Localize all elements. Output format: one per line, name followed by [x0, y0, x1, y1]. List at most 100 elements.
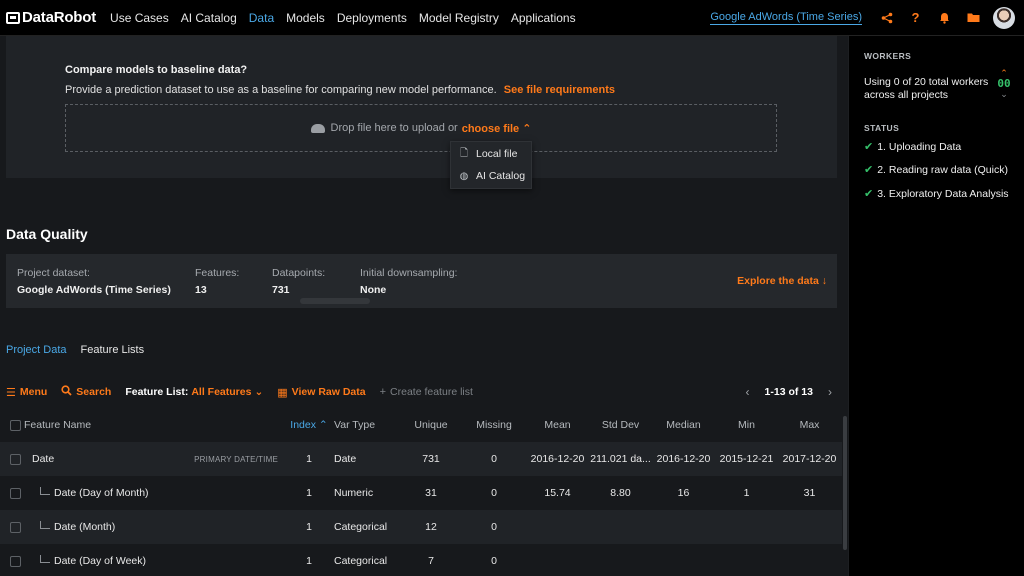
file-icon: 🗋 — [459, 147, 469, 159]
project-name-link[interactable]: Google AdWords (Time Series) — [710, 10, 862, 25]
drop-text: Drop file here to upload or — [330, 122, 458, 134]
datarobot-logo[interactable]: DataRobot — [6, 9, 96, 26]
max-cell: 31 — [803, 487, 816, 499]
dq-datapoints: Datapoints: 731 — [272, 267, 325, 296]
tab-project-data[interactable]: Project Data — [6, 344, 67, 356]
folder-icon[interactable] — [959, 0, 988, 36]
header-index[interactable]: Index ⌃ — [284, 419, 334, 431]
status-heading: STATUS — [864, 123, 900, 133]
feature-name-cell: Date (Day of Week) — [24, 555, 284, 567]
nav-ai-catalog[interactable]: AI Catalog — [175, 0, 243, 36]
dropdown-local-file-label: Local file — [476, 148, 518, 160]
nav-applications[interactable]: Applications — [505, 0, 582, 36]
dq-downsampling-label: Initial downsampling: — [360, 267, 458, 279]
choose-file-button[interactable]: choose file ⌃ — [462, 122, 532, 135]
vartype-cell: Date — [334, 453, 357, 465]
header-min[interactable]: Min — [715, 419, 778, 431]
check-icon: ✔ — [864, 188, 874, 200]
max-cell: 2017-12-20 — [782, 453, 837, 465]
explore-data-link[interactable]: Explore the data ↓ — [737, 275, 827, 287]
decrease-workers-icon[interactable]: ⌄ — [997, 90, 1011, 99]
hamburger-icon: ☰ — [6, 386, 16, 399]
feature-name[interactable]: Date — [24, 453, 54, 465]
vartype-cell: Categorical — [334, 521, 388, 533]
baseline-card: Compare models to baseline data? Provide… — [6, 36, 837, 178]
workers-heading: WORKERS — [864, 51, 912, 61]
robot-icon — [6, 11, 20, 24]
search-label: Search — [76, 386, 112, 398]
check-icon: ✔ — [864, 141, 874, 153]
row-checkbox[interactable] — [9, 453, 21, 465]
header-median[interactable]: Median — [652, 419, 715, 431]
dropdown-ai-catalog[interactable]: ◍ AI Catalog — [451, 166, 531, 186]
feature-list-label: Feature List: — [125, 386, 189, 398]
nav-use-cases[interactable]: Use Cases — [104, 0, 175, 36]
table-row[interactable]: Date PRIMARY DATE/TIME 1 Date 731 0 2016… — [0, 442, 842, 476]
feature-name[interactable]: Date (Month) — [54, 521, 115, 533]
header-missing[interactable]: Missing — [462, 419, 526, 431]
feature-name-cell: Date (Month) — [24, 521, 284, 533]
data-tabs: Project Data Feature Lists — [6, 344, 158, 356]
choose-file-label: choose file — [461, 122, 520, 135]
nav-deployments[interactable]: Deployments — [331, 0, 413, 36]
table-row[interactable]: Date (Month) 1 Categorical 12 0 — [0, 510, 842, 544]
table-row[interactable]: Date (Day of Month) 1 Numeric 31 0 15.74… — [0, 476, 842, 510]
unique-cell: 7 — [428, 555, 434, 567]
cloud-upload-icon — [310, 123, 325, 133]
next-page-icon[interactable]: › — [818, 385, 842, 399]
header-var-type[interactable]: Var Type — [334, 419, 400, 431]
choose-file-dropdown: 🗋 Local file ◍ AI Catalog — [450, 141, 532, 189]
baseline-description: Provide a prediction dataset to use as a… — [65, 84, 615, 96]
header-unique[interactable]: Unique — [400, 419, 462, 431]
bell-icon[interactable] — [930, 0, 959, 36]
baseline-title: Compare models to baseline data? — [65, 64, 248, 76]
select-all-checkbox[interactable] — [9, 419, 21, 431]
row-checkbox[interactable] — [9, 487, 21, 499]
dropdown-local-file[interactable]: 🗋 Local file — [451, 144, 531, 164]
search-button[interactable]: Search — [61, 385, 111, 399]
mean-cell: 15.74 — [544, 487, 571, 499]
create-feature-list-button[interactable]: + Create feature list — [380, 386, 473, 398]
menu-button[interactable]: ☰ Menu — [6, 386, 47, 399]
pager: ‹ 1-13 of 13 › — [736, 385, 842, 399]
menu-label: Menu — [19, 386, 48, 398]
nav-data[interactable]: Data — [243, 0, 280, 36]
row-checkbox[interactable] — [9, 521, 21, 533]
globe-icon: ◍ — [459, 170, 469, 182]
row-checkbox[interactable] — [9, 555, 21, 567]
tab-feature-lists[interactable]: Feature Lists — [81, 344, 145, 356]
arrow-down-icon: ↓ — [821, 275, 827, 287]
avatar[interactable] — [993, 6, 1015, 29]
prev-page-icon[interactable]: ‹ — [736, 385, 760, 399]
side-panel: WORKERS Using 0 of 20 total workers acro… — [848, 36, 1024, 576]
nav-model-registry[interactable]: Model Registry — [413, 0, 505, 36]
header-feature-name[interactable]: Feature Name — [24, 419, 284, 431]
header-mean[interactable]: Mean — [526, 419, 589, 431]
help-icon[interactable]: ? — [901, 0, 930, 36]
mean-cell: 2016-12-20 — [530, 453, 585, 465]
unique-cell: 31 — [425, 487, 437, 499]
feature-name[interactable]: Date (Day of Month) — [54, 487, 149, 499]
table-row[interactable]: Date (Day of Week) 1 Categorical 7 0 — [0, 544, 842, 576]
std-cell: 211.021 da... — [590, 453, 651, 465]
median-cell: 16 — [677, 487, 690, 499]
nav-items: Use Cases AI Catalog Data Models Deploym… — [104, 0, 582, 36]
dq-scroll-handle[interactable] — [300, 298, 370, 304]
sort-asc-icon: ⌃ — [318, 419, 328, 431]
dq-features-label: Features: — [195, 267, 240, 279]
row-checkbox-cell — [0, 555, 24, 567]
header-std-dev[interactable]: Std Dev — [589, 419, 652, 431]
dq-datapoints-label: Datapoints: — [272, 267, 326, 279]
feature-list-select[interactable]: Feature List: All Features ⌄ — [125, 386, 263, 398]
view-raw-data-button[interactable]: ▦ View Raw Data — [277, 386, 365, 399]
file-dropzone[interactable]: Drop file here to upload or choose file … — [65, 104, 777, 152]
feature-name[interactable]: Date (Day of Week) — [54, 555, 146, 567]
header-checkbox-cell — [0, 419, 24, 431]
workers-text: Using 0 of 20 total workers across all p… — [864, 76, 989, 101]
share-icon[interactable] — [872, 0, 901, 36]
dq-downsampling-value: None — [360, 284, 387, 296]
nav-models[interactable]: Models — [280, 0, 331, 36]
header-max[interactable]: Max — [778, 419, 841, 431]
file-requirements-link[interactable]: See file requirements — [504, 84, 615, 96]
table-scrollbar[interactable] — [843, 416, 847, 550]
